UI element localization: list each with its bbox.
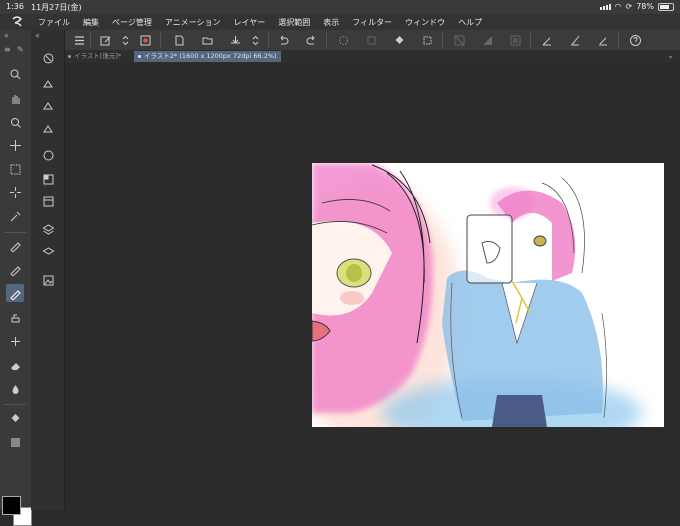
tab-label: イラスト2* (1600 x 1200px 72dpi 66.2%) bbox=[144, 52, 277, 60]
gradient-icon[interactable] bbox=[7, 434, 23, 450]
layers-icon[interactable] bbox=[40, 221, 56, 237]
collapse-icon[interactable]: « bbox=[35, 31, 40, 40]
battery-percent: 78% bbox=[636, 2, 654, 11]
select-icon[interactable] bbox=[420, 33, 434, 47]
redo-icon[interactable] bbox=[304, 33, 318, 47]
pencil-icon[interactable] bbox=[7, 261, 23, 277]
document-tabs: イラスト[復元]* イラスト2* (1600 x 1200px 72dpi 66… bbox=[64, 50, 680, 63]
clear-icon[interactable] bbox=[452, 33, 466, 47]
chevron-down-icon[interactable]: ⌄ bbox=[667, 51, 674, 60]
signal-icon bbox=[599, 3, 611, 10]
eraser-icon[interactable] bbox=[7, 357, 23, 373]
record-icon[interactable] bbox=[138, 33, 152, 47]
menu-item[interactable]: 編集 bbox=[83, 17, 99, 28]
stepper-icon[interactable] bbox=[118, 33, 132, 47]
menu-icon[interactable] bbox=[72, 33, 86, 47]
sub-view-icon[interactable] bbox=[40, 193, 56, 209]
material-icon[interactable] bbox=[40, 272, 56, 288]
menu-item[interactable]: ヘルプ bbox=[458, 17, 482, 28]
rotate-icon[interactable] bbox=[7, 114, 23, 130]
pen-small-icon[interactable]: ✎ bbox=[17, 45, 24, 54]
menu-item[interactable]: ウィンドウ bbox=[405, 17, 445, 28]
hand-icon[interactable] bbox=[7, 90, 23, 106]
orientation-lock-icon: ⟳ bbox=[625, 2, 633, 11]
menu-item[interactable]: 表示 bbox=[323, 17, 339, 28]
open-icon[interactable] bbox=[200, 33, 214, 47]
layer-gear-icon[interactable] bbox=[40, 121, 56, 137]
artwork bbox=[312, 163, 642, 427]
zoom-icon[interactable] bbox=[7, 66, 23, 82]
new-file-icon[interactable] bbox=[172, 33, 186, 47]
layer-star-icon[interactable] bbox=[40, 98, 56, 114]
menu-bar: ファイル 編集 ページ管理 アニメーション レイヤー 選択範囲 表示 フィルター ウィンドウ ヘル… bbox=[0, 14, 680, 30]
battery-icon bbox=[658, 2, 674, 11]
save-icon[interactable] bbox=[228, 33, 242, 47]
list-icon[interactable]: ≡ bbox=[4, 45, 11, 54]
status-time: 1:36 bbox=[6, 2, 24, 11]
menu-item[interactable]: フィルター bbox=[352, 17, 392, 28]
color-set-icon[interactable] bbox=[40, 171, 56, 187]
brush-icon[interactable] bbox=[6, 284, 24, 302]
cancel-icon[interactable] bbox=[40, 50, 56, 66]
menu-item[interactable]: アニメーション bbox=[165, 17, 221, 28]
magic-wand-icon[interactable] bbox=[7, 184, 23, 200]
pen-icon[interactable] bbox=[7, 237, 23, 253]
loading-icon[interactable] bbox=[336, 33, 350, 47]
eyedropper-icon[interactable] bbox=[7, 208, 23, 224]
wifi-icon: ◠ bbox=[614, 2, 622, 11]
tool-palette: « ≡ ✎ bbox=[0, 30, 32, 526]
battery-fill bbox=[660, 4, 669, 9]
menu-item[interactable]: ページ管理 bbox=[112, 17, 152, 28]
menu-item[interactable]: 選択範囲 bbox=[278, 17, 310, 28]
app-logo-icon[interactable] bbox=[10, 14, 24, 30]
ios-status-bar: 1:36 11月27日(金) ◠ ⟳ 78% bbox=[0, 0, 680, 14]
move-icon[interactable] bbox=[7, 137, 23, 153]
edit-icon[interactable] bbox=[98, 33, 112, 47]
main-color-swatch[interactable] bbox=[2, 496, 21, 515]
status-date: 11月27日(金) bbox=[31, 3, 82, 12]
fill-icon[interactable] bbox=[392, 33, 406, 47]
tab-document-2[interactable]: イラスト2* (1600 x 1200px 72dpi 66.2%) bbox=[134, 51, 281, 62]
menu-item[interactable]: レイヤー bbox=[234, 17, 266, 28]
fill-layer-icon[interactable] bbox=[480, 33, 494, 47]
menu-items: ファイル 編集 ページ管理 アニメーション レイヤー 選択範囲 表示 フィルター ウィンドウ ヘル… bbox=[38, 14, 482, 30]
tab-label: イラスト[復元]* bbox=[74, 52, 122, 60]
frame-icon[interactable] bbox=[508, 33, 522, 47]
collapse-icon[interactable]: « bbox=[4, 31, 9, 40]
menu-item[interactable]: ファイル bbox=[38, 17, 70, 28]
layer-property-icon[interactable] bbox=[40, 244, 56, 260]
undo-icon[interactable] bbox=[276, 33, 290, 47]
decoration-icon[interactable] bbox=[7, 333, 23, 349]
marquee-icon[interactable] bbox=[7, 161, 23, 177]
navigator-icon[interactable] bbox=[40, 147, 56, 163]
drawing-canvas[interactable] bbox=[312, 163, 664, 427]
layer-settings-icon[interactable] bbox=[40, 76, 56, 92]
blend-icon[interactable] bbox=[7, 381, 23, 397]
stepper-icon[interactable] bbox=[248, 33, 262, 47]
help-icon[interactable] bbox=[628, 33, 642, 47]
pen-icon[interactable] bbox=[540, 33, 554, 47]
transform-icon[interactable] bbox=[364, 33, 378, 47]
airbrush-icon[interactable] bbox=[596, 33, 610, 47]
brush-icon[interactable] bbox=[568, 33, 582, 47]
command-bar bbox=[64, 30, 680, 51]
tab-document-1[interactable]: イラスト[復元]* bbox=[64, 51, 125, 62]
airbrush-icon[interactable] bbox=[7, 309, 23, 325]
fill-icon[interactable] bbox=[7, 410, 23, 426]
sub-tool-palette: « bbox=[31, 30, 65, 510]
